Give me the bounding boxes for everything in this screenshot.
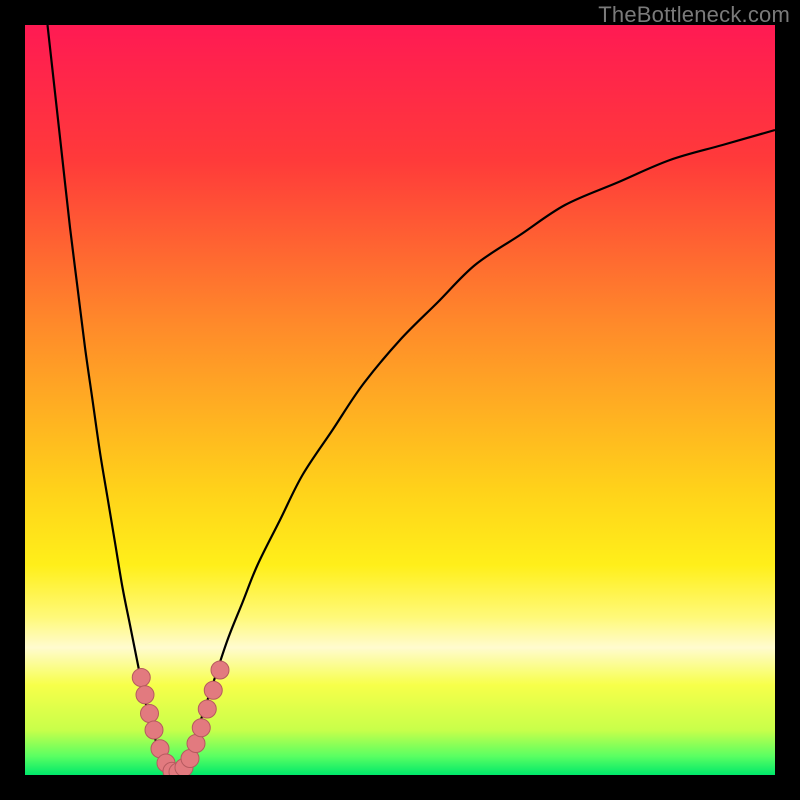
curve-marker: [136, 686, 154, 704]
curve-marker: [132, 669, 150, 687]
bottleneck-chart: [25, 25, 775, 775]
curve-marker: [145, 721, 163, 739]
curve-marker: [211, 661, 229, 679]
curve-marker: [187, 735, 205, 753]
plot-area: [25, 25, 775, 775]
attribution-watermark: TheBottleneck.com: [598, 2, 790, 28]
chart-frame: TheBottleneck.com: [0, 0, 800, 800]
curve-marker: [192, 719, 210, 737]
curve-marker: [198, 700, 216, 718]
curve-marker: [141, 705, 159, 723]
curve-marker: [204, 681, 222, 699]
